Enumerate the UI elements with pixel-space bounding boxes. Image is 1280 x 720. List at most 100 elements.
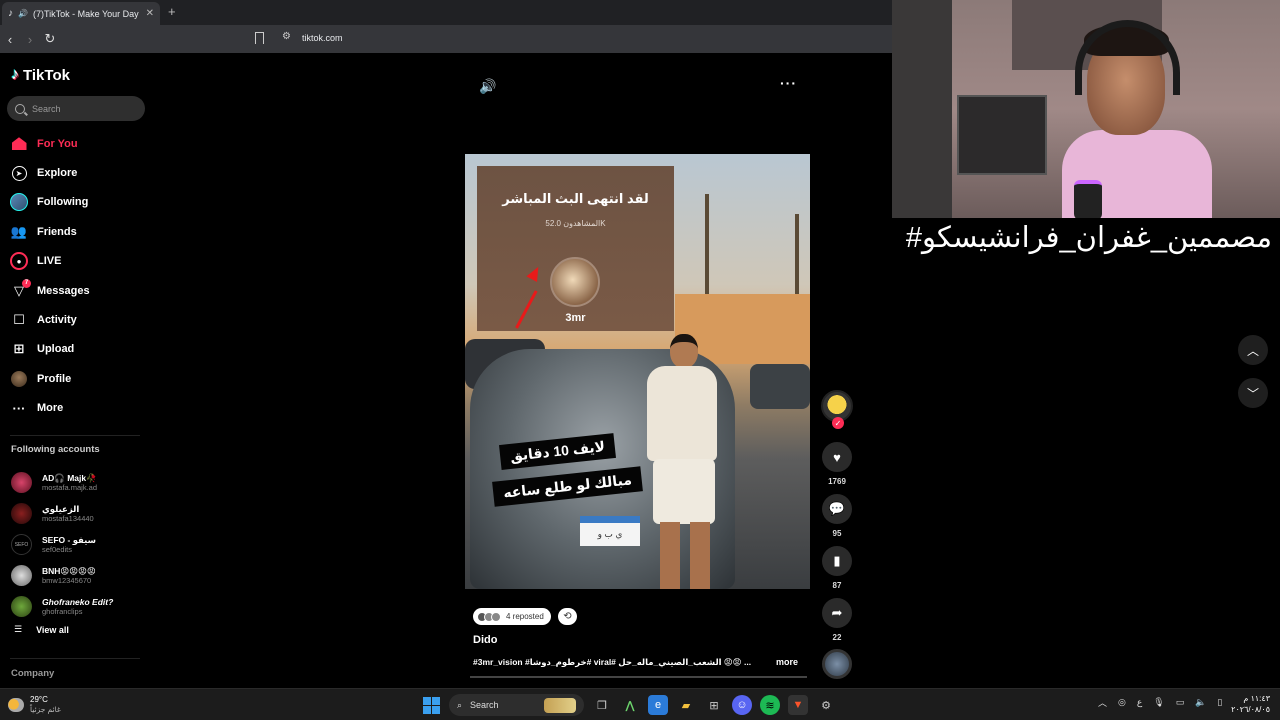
store-icon[interactable]: ⊞ bbox=[704, 695, 724, 715]
avatar bbox=[11, 596, 32, 617]
tab-title: (7)TikTok - Make Your Day bbox=[32, 8, 139, 19]
music-disc-avatar[interactable] bbox=[822, 649, 852, 679]
settings-icon[interactable]: ⚙ bbox=[816, 695, 836, 715]
following-account-item[interactable]: SEFO SEFO - سيفو sef0edits bbox=[11, 529, 146, 560]
like-button[interactable]: ♥ bbox=[822, 442, 852, 472]
file-explorer-icon[interactable]: ▰ bbox=[676, 695, 696, 715]
url-field[interactable]: tiktok.com bbox=[302, 33, 343, 43]
partly-cloudy-icon bbox=[8, 698, 24, 712]
view-all-button[interactable]: ☰ View all bbox=[14, 624, 69, 635]
account-name: Ghofraneko Edit? bbox=[42, 596, 114, 607]
video-player[interactable]: ي ب و لقد انتهى البث المباشر المشاهدون 5… bbox=[465, 154, 810, 589]
nav-following[interactable]: Following bbox=[10, 188, 148, 217]
profile-icon bbox=[10, 370, 28, 388]
task-view-icon[interactable]: ❐ bbox=[592, 695, 612, 715]
comment-count: 95 bbox=[832, 529, 842, 538]
home-icon bbox=[10, 135, 28, 153]
tray-app-icon[interactable]: ◎ bbox=[1118, 697, 1126, 708]
brave-browser-icon[interactable]: ▼ bbox=[788, 695, 808, 715]
browser-tab-tiktok[interactable]: ♪ 🔊 (7)TikTok - Make Your Day ✕ bbox=[2, 2, 160, 25]
webcam-overlay bbox=[892, 0, 1280, 218]
nav-live[interactable]: ● LIVE bbox=[10, 247, 148, 276]
nav-more[interactable]: ··· More bbox=[10, 394, 148, 423]
reposted-pill[interactable]: 4 reposted bbox=[473, 608, 551, 625]
avatar: SEFO bbox=[11, 534, 32, 555]
volume-icon[interactable]: 🔊 bbox=[479, 78, 496, 95]
reposted-label: 4 reposted bbox=[506, 612, 544, 621]
start-button[interactable] bbox=[421, 695, 441, 715]
tiktok-logo[interactable]: ♪ TikTok bbox=[11, 66, 70, 84]
search-icon: ⌕ bbox=[457, 699, 463, 710]
discord-icon[interactable]: ☺ bbox=[732, 695, 752, 715]
host-avatar bbox=[550, 257, 600, 307]
reload-button[interactable]: ↻ bbox=[40, 31, 60, 47]
account-username: ghofranclips bbox=[42, 606, 83, 616]
weather-widget[interactable]: 29°C غائم جزئياً bbox=[8, 695, 61, 715]
weather-temperature: 29°C bbox=[30, 695, 48, 704]
nav-label: For You bbox=[37, 137, 78, 150]
follow-icon[interactable]: ✓ bbox=[832, 417, 844, 429]
live-ended-card: لقد انتهى البث المباشر المشاهدون 52.0K 3… bbox=[477, 166, 674, 331]
address-bar: ‹ › ↻ ⚙ tiktok.com bbox=[0, 25, 892, 53]
comment-button[interactable]: 💬 bbox=[822, 494, 852, 524]
nav-messages[interactable]: ▽ 7 Messages bbox=[10, 276, 148, 305]
nav-activity[interactable]: ☐ Activity bbox=[10, 305, 148, 334]
more-options-icon[interactable]: ··· bbox=[780, 75, 797, 91]
search-input[interactable]: Search bbox=[7, 96, 145, 121]
nav-explore[interactable]: ➤ Explore bbox=[10, 158, 148, 187]
share-button[interactable]: ➦ bbox=[822, 598, 852, 628]
volume-tray-icon[interactable]: 🔈 bbox=[1195, 697, 1206, 708]
brand-name: TikTok bbox=[23, 66, 70, 84]
spotify-icon[interactable]: ≋ bbox=[760, 695, 780, 715]
nav-upload[interactable]: ⊞ Upload bbox=[10, 335, 148, 364]
activity-icon: ☐ bbox=[13, 312, 25, 328]
save-button[interactable]: ▮ bbox=[822, 546, 852, 576]
share-icon: ➦ bbox=[831, 605, 843, 620]
language-indicator[interactable]: ع bbox=[1137, 697, 1142, 708]
app-icon-green[interactable]: ⋀ bbox=[620, 695, 640, 715]
following-account-item[interactable]: Ghofraneko Edit? ghofranclips bbox=[11, 591, 146, 622]
edge-icon[interactable]: e bbox=[648, 695, 668, 715]
nav-friends[interactable]: 👥 Friends bbox=[10, 217, 148, 246]
windows-logo-icon bbox=[422, 696, 440, 714]
weather-condition: غائم جزئياً bbox=[30, 705, 61, 714]
post-author[interactable]: Dido bbox=[473, 634, 497, 646]
nav-profile[interactable]: Profile bbox=[10, 364, 148, 393]
tray-expand-icon[interactable]: ︿ bbox=[1098, 696, 1107, 709]
nav-label: LIVE bbox=[37, 255, 62, 268]
video-progress-bar[interactable] bbox=[470, 676, 807, 678]
share-count: 22 bbox=[832, 633, 842, 642]
view-all-label: View all bbox=[36, 624, 69, 635]
following-account-item[interactable]: الزعيلوي mostafa134440 bbox=[11, 498, 146, 529]
more-button[interactable]: more bbox=[776, 657, 798, 667]
sidebar-divider bbox=[10, 658, 140, 659]
taskbar-search[interactable]: ⌕ Search bbox=[449, 694, 584, 716]
following-account-item[interactable]: AD🎧 Majk🥀 mostafa.majk.ad bbox=[11, 467, 146, 498]
previous-video-button[interactable]: ︿ bbox=[1238, 335, 1268, 365]
back-button[interactable]: ‹ bbox=[0, 32, 20, 47]
repost-button[interactable]: ⟲ bbox=[558, 608, 577, 625]
microphone-icon bbox=[1074, 180, 1102, 218]
following-account-item[interactable]: BNH😡😡😡😡 bmw12345670 bbox=[11, 560, 146, 591]
avatar bbox=[11, 565, 32, 586]
microphone-tray-icon[interactable]: 🎙 bbox=[1153, 697, 1164, 708]
next-video-button[interactable]: ﹀ bbox=[1238, 378, 1268, 408]
close-tab-icon[interactable]: ✕ bbox=[146, 8, 154, 19]
nav-for-you[interactable]: For You bbox=[10, 129, 148, 158]
nav-label: Profile bbox=[37, 372, 72, 385]
company-link[interactable]: Company bbox=[11, 668, 54, 679]
site-info-icon[interactable]: ⚙ bbox=[282, 31, 291, 42]
host-name: 3mr bbox=[565, 312, 586, 324]
messages-badge: 7 bbox=[22, 278, 31, 288]
forward-button[interactable]: › bbox=[20, 32, 40, 47]
new-tab-button[interactable]: + bbox=[168, 4, 176, 19]
chevron-up-icon: ︿ bbox=[1246, 343, 1259, 358]
upload-icon: ⊞ bbox=[13, 341, 25, 357]
bookmark-icon[interactable] bbox=[255, 32, 264, 44]
heart-icon: ♥ bbox=[833, 449, 841, 465]
nav-label: Friends bbox=[37, 225, 77, 238]
display-icon[interactable]: ▭ bbox=[1176, 697, 1185, 708]
following-avatar-icon bbox=[10, 193, 28, 212]
avatar bbox=[11, 472, 32, 493]
system-clock[interactable]: ١١:٤٣ م ٢٠٢٦/٠٨/٠٥ bbox=[1210, 693, 1270, 715]
